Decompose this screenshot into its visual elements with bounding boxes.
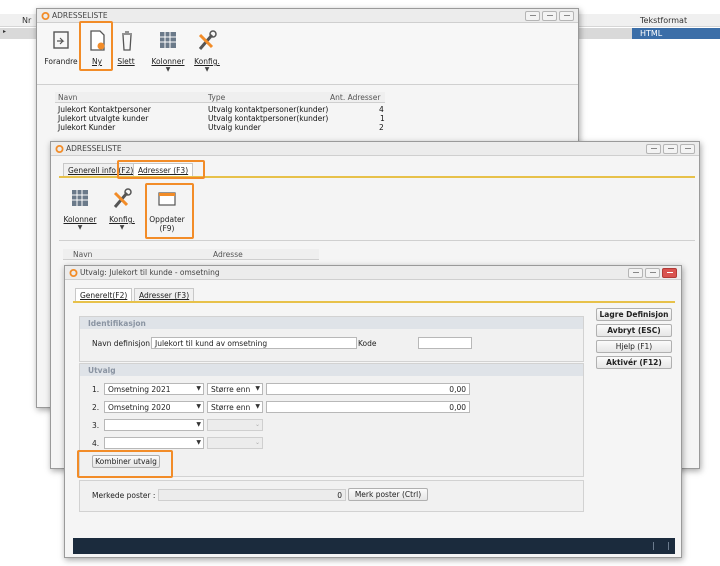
window-title: ADRESSELISTE [52,11,108,20]
merk-poster-button[interactable]: Merk poster (Ctrl) [348,488,428,501]
utvalg-field-select-4[interactable]: ▼ [104,437,204,449]
list-header: Navn Adresse [63,249,319,260]
merkede-poster-group: Merkede poster : 0 Merk poster (Ctrl) [79,480,584,512]
kode-label: Kode [358,339,377,348]
titlebar: ADRESSELISTE [51,142,699,156]
lagre-definisjon-button[interactable]: Lagre Definisjon [596,308,672,321]
list-item[interactable]: Julekort utvalgte kunder Utvalg kontaktp… [55,113,385,123]
utvalg-operator-select-1[interactable]: Større enn ▼ [207,383,263,395]
columns-icon [72,190,88,206]
row-number: 4. [92,439,100,448]
columns-icon [160,32,176,48]
grid-col-nr: Nr [22,16,32,25]
column-header-adresse[interactable]: Adresse [213,250,243,259]
highlight-ny [79,21,113,71]
window-title: Utvalg: Julekort til kunde - omsetning [80,268,220,277]
utvalg-operator-select-3: ⌄ [207,419,263,431]
merkede-poster-label: Merkede poster : [92,491,156,500]
tab-adresser[interactable]: Adresser (F3) [134,288,195,301]
tools-icon [198,30,217,50]
list-item[interactable]: Julekort Kontaktpersoner Utvalg kontaktp… [55,104,385,114]
column-header-ant-adresser[interactable]: Ant. Adresser [330,93,380,102]
close-button[interactable] [662,268,677,278]
app-logo-icon [41,12,50,20]
chevron-down-icon: ▼ [119,224,125,231]
window-title: ADRESSELISTE [66,144,122,153]
status-bar-grip [653,542,669,550]
tab-generelt[interactable]: Generelt(F2) [75,288,133,301]
slett-button[interactable]: Slett [114,29,138,66]
utvalg-window: Utvalg: Julekort til kunde - omsetning G… [64,265,682,558]
column-header-type[interactable]: Type [208,93,225,102]
row-number: 1. [92,385,100,394]
utvalg-value-field-1[interactable]: 0,00 [266,383,470,395]
maximize-button[interactable] [663,144,678,154]
navn-label: Navn definisjon [92,339,151,348]
minimize-button[interactable] [525,11,540,21]
chevron-down-icon: ⌄ [254,439,260,446]
hjelp-button[interactable]: Hjelp (F1) [596,340,672,353]
utvalg-field-select-3[interactable]: ▼ [104,419,204,431]
ribbon: Forandre Ny Slett Kolonner ▼ Konfig. ▼ [37,23,578,85]
edit-icon [53,31,69,49]
chevron-down-icon: ▼ [196,385,201,392]
highlight-adresser-tab [117,160,205,179]
tools-icon [113,188,132,208]
chevron-down-icon: ⌄ [254,421,260,428]
konfig-button[interactable]: Konfig. ▼ [192,29,222,73]
app-logo-icon [69,269,78,277]
grid-cell-tekstformat: HTML [640,29,663,38]
chevron-down-icon: ▼ [196,421,201,428]
minimize-button[interactable] [628,268,643,278]
grid-col-tekstformat: Tekstformat [640,16,688,25]
utvalg-value-field-2[interactable]: 0,00 [266,401,470,413]
forandre-button[interactable]: Forandre [41,29,81,66]
chevron-down-icon: ▼ [204,66,210,73]
chevron-down-icon: ▼ [77,224,83,231]
group-title: Utvalg [80,364,583,376]
konfig-button[interactable]: Konfig. ▼ [107,187,137,231]
kolonner-button[interactable]: Kolonner ▼ [62,187,98,231]
list-item[interactable]: Julekort Kunder Utvalg kunder 2 [55,122,385,132]
utvalg-operator-select-4: ⌄ [207,437,263,449]
tab-accent-line [73,301,675,303]
titlebar: ADRESSELISTE [37,9,578,23]
highlight-kombiner [77,450,173,478]
status-bar [73,538,675,554]
chevron-down-icon: ▼ [196,403,201,410]
maximize-button[interactable] [645,268,660,278]
minimize-button[interactable] [646,144,661,154]
close-button[interactable] [559,11,574,21]
row-pointer-icon: ▸ [3,28,7,35]
titlebar: Utvalg: Julekort til kunde - omsetning [65,266,681,280]
trash-icon [122,31,132,51]
close-button[interactable] [680,144,695,154]
group-title: Identifikasjon [80,317,583,329]
row-number: 3. [92,421,100,430]
chevron-down-icon: ▼ [196,439,201,446]
utvalg-field-select-2[interactable]: Omsetning 2020 ▼ [104,401,204,413]
column-header-navn[interactable]: Navn [58,93,77,102]
kode-field[interactable] [418,337,472,349]
app-logo-icon [55,145,64,153]
utvalg-field-select-1[interactable]: Omsetning 2021 ▼ [104,383,204,395]
navn-definisjon-field[interactable]: Julekort til kund av omsetning [151,337,357,349]
chevron-down-icon: ▼ [255,385,260,392]
column-header-navn[interactable]: Navn [73,250,92,259]
maximize-button[interactable] [542,11,557,21]
avbryt-button[interactable]: Avbryt (ESC) [596,324,672,337]
identifikasjon-group: Identifikasjon Navn definisjon Julekort … [79,316,584,362]
kolonner-button[interactable]: Kolonner ▼ [150,29,186,73]
highlight-oppdater [145,183,194,239]
list-header: Navn Type Ant. Adresser [55,92,385,103]
merkede-poster-value: 0 [158,489,346,501]
utvalg-operator-select-2[interactable]: Større enn ▼ [207,401,263,413]
chevron-down-icon: ▼ [165,66,171,73]
aktiver-button[interactable]: Aktivér (F12) [596,356,672,369]
row-number: 2. [92,403,100,412]
chevron-down-icon: ▼ [255,403,260,410]
